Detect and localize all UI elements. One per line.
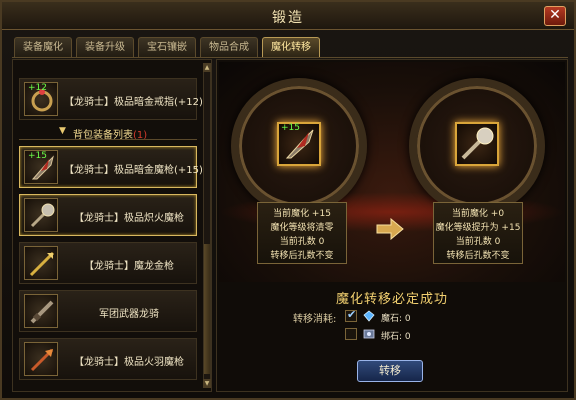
tab-gem-inlay[interactable]: 宝石镶嵌 — [138, 37, 196, 57]
collapse-arrow-icon: ▼ — [59, 126, 66, 136]
tab-divider — [12, 57, 568, 58]
mace-icon — [30, 203, 55, 228]
source-sockets: 当前孔数 0 — [279, 237, 325, 247]
magic-stone-checkbox[interactable]: ✔ — [345, 308, 357, 322]
tab-item-synthesis[interactable]: 物品合成 — [200, 37, 258, 57]
tab-equip-enchant[interactable]: 装备魔化 — [14, 37, 72, 57]
list-item[interactable]: 【龙骑士】魔龙金枪 — [19, 242, 197, 284]
bag-list-header[interactable]: ▼ 背包装备列表(1) — [19, 124, 197, 141]
scroll-thumb[interactable] — [204, 244, 210, 374]
item-slot — [24, 246, 58, 280]
bound-stone-icon — [363, 329, 375, 339]
item-name: 【龙骑士】魔龙金枪 — [84, 261, 174, 272]
tab-equip-upgrade[interactable]: 装备升级 — [76, 37, 134, 57]
source-item-slot[interactable]: +15 — [277, 122, 321, 166]
blue-gem-icon — [363, 310, 375, 322]
transfer-button[interactable]: 转移 — [357, 360, 423, 382]
close-button[interactable]: ✕ — [544, 6, 566, 26]
transfer-panel: +15 当前魔化 +15 魔化等级将清零 当前孔数 0 转移后孔数不变 当前魔化… — [216, 59, 568, 392]
item-name: 【龙骑士】极品暗金戒指(+12) — [64, 97, 203, 108]
item-name: 【龙骑士】极品火羽魔枪 — [74, 357, 184, 368]
transfer-scene: +15 当前魔化 +15 魔化等级将清零 当前孔数 0 转移后孔数不变 当前魔化… — [219, 62, 565, 282]
source-info-box: 当前魔化 +15 魔化等级将清零 当前孔数 0 转移后孔数不变 — [257, 202, 347, 264]
checkmark-icon: ✔ — [347, 308, 357, 321]
item-slot — [24, 198, 58, 232]
target-current-enchant: 当前魔化 +0 — [451, 209, 505, 219]
item-slot: +12 — [24, 82, 58, 116]
item-name: 军团武器龙骑 — [99, 309, 159, 320]
list-item[interactable]: 军团武器龙骑 — [19, 290, 197, 332]
target-item-slot[interactable] — [455, 122, 499, 166]
scroll-down-icon[interactable]: ▼ — [203, 379, 211, 388]
item-slot: +15 — [24, 150, 58, 184]
bound-stone-checkbox[interactable] — [345, 328, 357, 340]
success-title: 魔化转移必定成功 — [335, 292, 448, 307]
item-level: +15 — [28, 151, 47, 161]
list-item[interactable]: +15 【龙骑士】极品暗金魔枪(+15) — [19, 146, 203, 188]
item-name: 【龙骑士】极品炽火魔枪 — [74, 213, 184, 224]
item-slot — [24, 342, 58, 376]
cost-label: 转移消耗: — [293, 314, 337, 325]
target-enchant-note: 魔化等级提升为 +15 — [435, 223, 521, 233]
source-level: +15 — [281, 123, 300, 133]
target-info-box: 当前魔化 +0 魔化等级提升为 +15 当前孔数 0 转移后孔数不变 — [433, 202, 523, 264]
item-level: +12 — [28, 83, 47, 93]
forge-window: 锻造 ✕ 装备魔化 装备升级 宝石镶嵌 物品合成 魔化转移 +12 【龙骑士】极… — [0, 0, 576, 400]
item-slot — [24, 294, 58, 328]
titlebar: 锻造 ✕ — [2, 2, 574, 30]
transfer-arrow-icon — [376, 218, 404, 240]
item-name: 【龙骑士】极品暗金魔枪(+15) — [64, 165, 203, 176]
list-item[interactable]: 【龙骑士】极品火羽魔枪 — [19, 338, 197, 380]
list-item[interactable]: 【龙骑士】极品炽火魔枪 — [19, 194, 197, 236]
target-socket-note: 转移后孔数不变 — [446, 251, 510, 261]
source-current-enchant: 当前魔化 +15 — [273, 209, 331, 219]
lance-icon — [30, 300, 54, 324]
scroll-up-icon[interactable]: ▲ — [203, 63, 211, 72]
bound-stone-count: 绑石: 0 — [381, 332, 411, 342]
target-sockets: 当前孔数 0 — [455, 237, 501, 247]
equipment-list-panel: +12 【龙骑士】极品暗金戒指(+12) ▼ 背包装备列表(1) +15 【龙骑… — [12, 59, 212, 392]
mace-icon — [461, 127, 494, 160]
golden-spear-icon — [29, 251, 55, 277]
window-title: 锻造 — [272, 10, 304, 26]
source-enchant-note: 魔化等级将清零 — [270, 223, 334, 233]
fire-spear-icon — [30, 348, 54, 372]
tab-enchant-transfer[interactable]: 魔化转移 — [262, 37, 320, 57]
list-item-equipped-ring[interactable]: +12 【龙骑士】极品暗金戒指(+12) — [19, 78, 203, 120]
list-scrollbar[interactable]: ▲ ▼ — [203, 63, 211, 388]
magic-stone-count: 魔石: 0 — [381, 314, 411, 324]
source-socket-note: 转移后孔数不变 — [270, 251, 334, 261]
